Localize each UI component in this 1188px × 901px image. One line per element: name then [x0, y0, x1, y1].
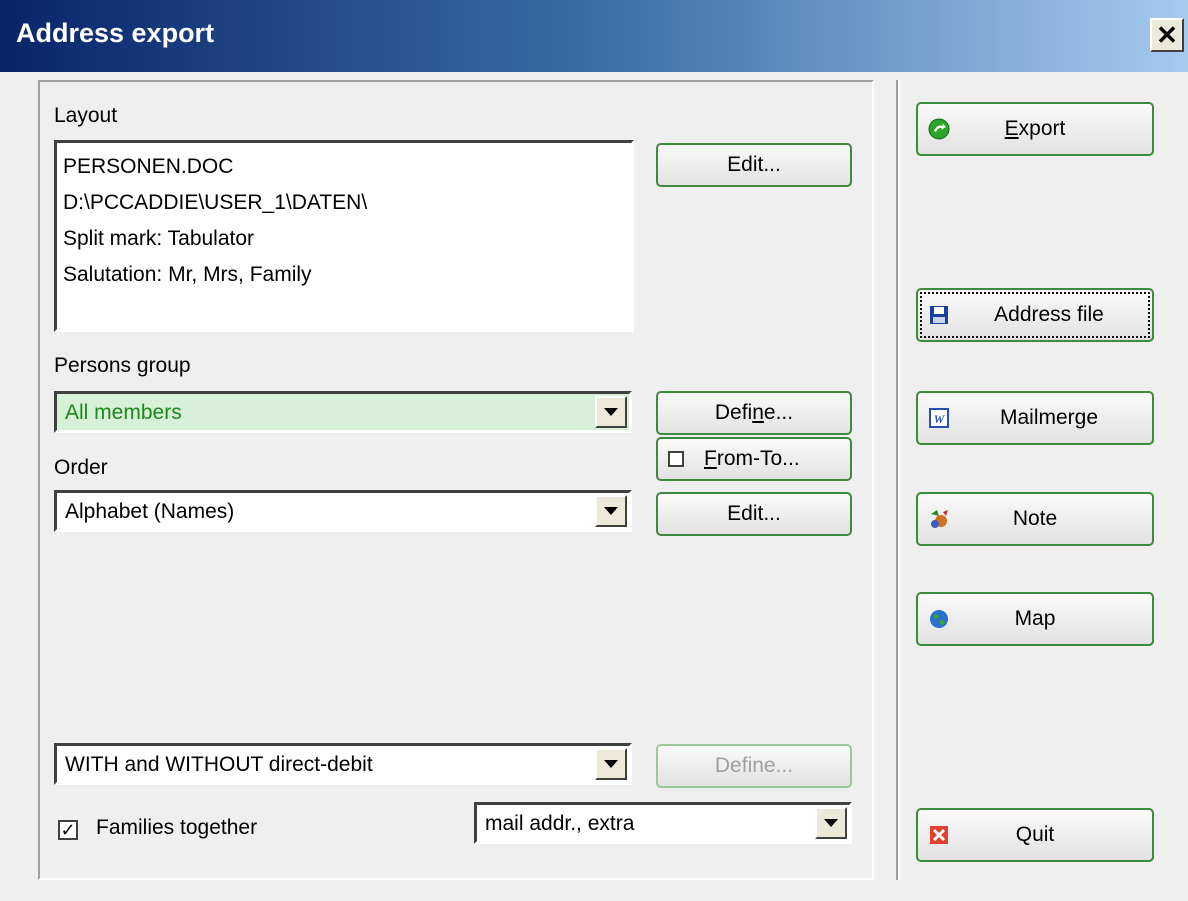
mailmerge-button[interactable]: W Mailmerge	[916, 391, 1154, 445]
map-button[interactable]: Map	[916, 592, 1154, 646]
dropdown-arrow-icon[interactable]	[815, 807, 847, 839]
persons-define-label: Define...	[714, 401, 794, 424]
separator	[896, 80, 900, 880]
layout-info-box: PERSONEN.DOC D:\PCCADDIE\USER_1\DATEN\ S…	[54, 140, 634, 332]
layout-line: Split mark: Tabulator	[63, 227, 255, 250]
layout-line: D:\PCCADDIE\USER_1\DATEN\	[63, 191, 368, 214]
address-file-label: Address file	[994, 303, 1104, 326]
direct-debit-select[interactable]: WITH and WITHOUT direct-debit	[54, 743, 632, 785]
from-to-label: From-To...	[704, 447, 800, 470]
dropdown-arrow-icon[interactable]	[595, 495, 627, 527]
quit-button[interactable]: Quit	[916, 808, 1154, 862]
dropdown-arrow-icon[interactable]	[595, 748, 627, 780]
order-edit-button[interactable]: Edit...	[656, 492, 852, 536]
quit-label: Quit	[1015, 823, 1055, 846]
floppy-disk-icon	[928, 304, 950, 326]
order-edit-label: Edit...	[727, 502, 781, 525]
globe-icon	[928, 608, 950, 630]
close-icon: ✕	[1156, 20, 1178, 50]
red-x-icon	[928, 824, 950, 846]
order-select[interactable]: Alphabet (Names)	[54, 490, 632, 532]
persons-group-value: All members	[65, 401, 182, 424]
families-mode-value: mail addr., extra	[485, 812, 635, 835]
layout-edit-label: Edit...	[727, 153, 781, 176]
title-bar: Address export ✕	[0, 0, 1188, 72]
svg-text:W: W	[934, 412, 946, 426]
persons-define-button[interactable]: Define...	[656, 391, 852, 435]
layout-line: PERSONEN.DOC	[63, 155, 234, 178]
direct-debit-define-button[interactable]: Define...	[656, 744, 852, 788]
export-label: Export	[1004, 117, 1066, 140]
direct-debit-define-label: Define...	[714, 754, 794, 777]
address-file-button[interactable]: Address file	[916, 288, 1154, 342]
from-to-checkbox[interactable]	[668, 451, 684, 467]
note-label: Note	[1012, 507, 1058, 530]
close-button[interactable]: ✕	[1150, 18, 1184, 52]
families-mode-select[interactable]: mail addr., extra	[474, 802, 852, 844]
note-icon	[928, 508, 950, 530]
word-document-icon: W	[928, 407, 950, 429]
families-together-label: Families together	[96, 816, 258, 839]
window-title: Address export	[16, 18, 215, 48]
map-label: Map	[1014, 607, 1056, 630]
from-to-button[interactable]: From-To...	[656, 437, 852, 481]
export-button[interactable]: Export	[916, 102, 1154, 156]
mailmerge-label: Mailmerge	[999, 406, 1099, 429]
persons-group-label: Persons group	[54, 354, 191, 377]
dropdown-arrow-icon[interactable]	[595, 396, 627, 428]
order-label: Order	[54, 456, 108, 479]
layout-label: Layout	[54, 104, 118, 127]
order-value: Alphabet (Names)	[65, 500, 235, 523]
families-together-checkbox[interactable]: ✓	[58, 820, 78, 840]
green-arrow-icon	[928, 118, 950, 140]
persons-group-select[interactable]: All members	[54, 391, 632, 433]
layout-line: Salutation: Mr, Mrs, Family	[63, 263, 312, 286]
note-button[interactable]: Note	[916, 492, 1154, 546]
direct-debit-value: WITH and WITHOUT direct-debit	[65, 753, 373, 776]
layout-edit-button[interactable]: Edit...	[656, 143, 852, 187]
